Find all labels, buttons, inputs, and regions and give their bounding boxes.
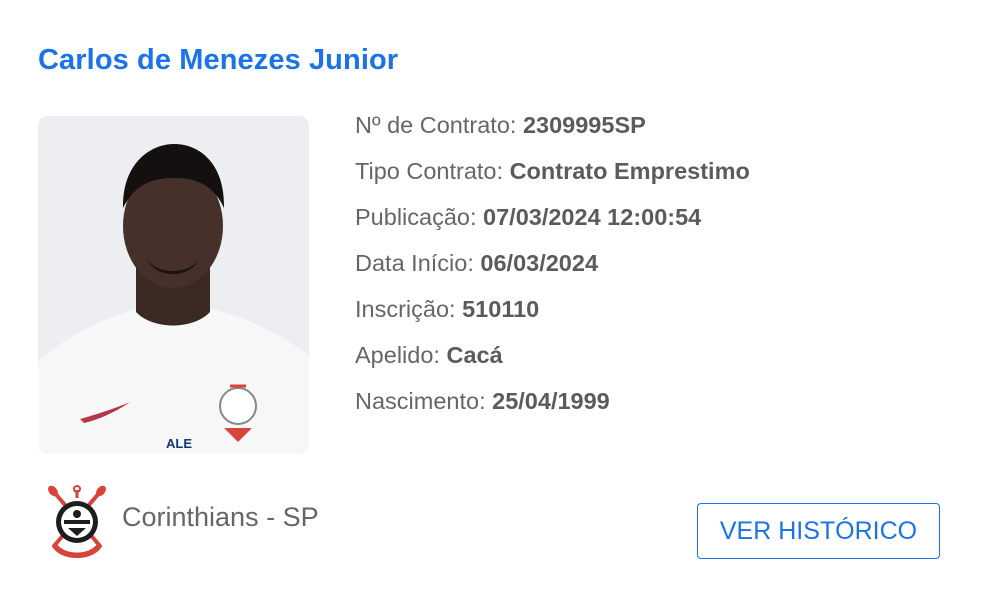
detail-contract-type: Tipo Contrato: Contrato Emprestimo bbox=[355, 154, 750, 200]
corinthians-crest-icon bbox=[48, 485, 106, 558]
detail-label: Nº de Contrato: bbox=[355, 112, 517, 138]
detail-registration: Inscrição: 510110 bbox=[355, 292, 750, 338]
detail-publication: Publicação: 07/03/2024 12:00:54 bbox=[355, 200, 750, 246]
player-photo: ALE bbox=[38, 116, 309, 454]
detail-birth-date: Nascimento: 25/04/1999 bbox=[355, 384, 750, 430]
detail-label: Tipo Contrato: bbox=[355, 158, 504, 184]
detail-label: Data Início: bbox=[355, 250, 474, 276]
detail-value: 06/03/2024 bbox=[480, 250, 599, 276]
detail-start-date: Data Início: 06/03/2024 bbox=[355, 246, 750, 292]
detail-value: 25/04/1999 bbox=[492, 388, 610, 414]
detail-contract-number: Nº de Contrato: 2309995SP bbox=[355, 108, 750, 154]
club-info: Corinthians - SP bbox=[44, 484, 319, 562]
detail-value: 2309995SP bbox=[522, 112, 646, 138]
contract-details: Nº de Contrato: 2309995SP Tipo Contrato:… bbox=[355, 108, 750, 430]
detail-label: Publicação: bbox=[355, 204, 477, 230]
view-history-button[interactable]: VER HISTÓRICO bbox=[697, 503, 940, 559]
player-card: Carlos de Menezes Junior ALE Nº de Contr… bbox=[0, 0, 984, 591]
detail-label: Nascimento: bbox=[355, 388, 486, 414]
detail-value: 510110 bbox=[462, 296, 540, 322]
detail-label: Inscrição: bbox=[355, 296, 456, 322]
detail-label: Apelido: bbox=[355, 342, 440, 368]
detail-nickname: Apelido: Cacá bbox=[355, 338, 750, 384]
detail-value: Cacá bbox=[446, 342, 503, 368]
detail-value: 07/03/2024 12:00:54 bbox=[483, 204, 702, 230]
player-name: Carlos de Menezes Junior bbox=[38, 44, 399, 76]
detail-value: Contrato Emprestimo bbox=[509, 158, 750, 184]
club-name: Corinthians - SP bbox=[122, 501, 319, 532]
svg-text:ALE: ALE bbox=[166, 436, 192, 451]
